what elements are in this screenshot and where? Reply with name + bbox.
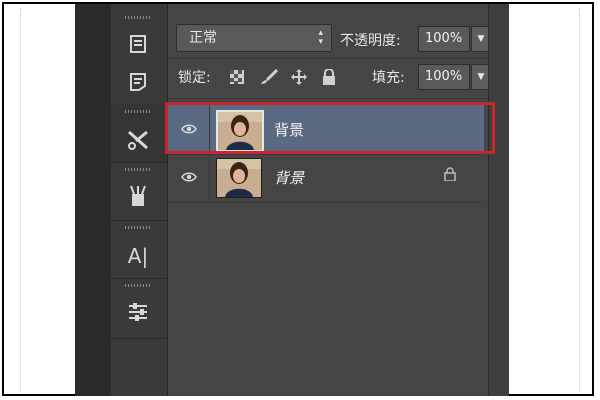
guide-line-left <box>20 8 21 392</box>
grip-handle[interactable] <box>125 226 151 229</box>
fill-input[interactable]: 100% <box>418 64 470 90</box>
blend-mode-select[interactable]: 正常 ▴ ▾ <box>176 24 332 52</box>
tool-group-brushes <box>111 162 167 221</box>
layer-row-background[interactable]: 背景 <box>168 152 484 202</box>
lock-transparent-pixels-icon[interactable] <box>228 68 246 86</box>
lock-label: 锁定: <box>178 70 211 86</box>
panel-scrollbar[interactable] <box>488 4 509 396</box>
lock-image-pixels-icon[interactable] <box>260 68 278 86</box>
panel-icon-bar: A| <box>111 4 168 396</box>
lock-all-icon[interactable] <box>320 68 338 86</box>
lock-position-icon[interactable] <box>290 68 308 86</box>
brush-presets-icon[interactable] <box>123 182 153 210</box>
tools-icon[interactable] <box>123 126 153 154</box>
grip-handle[interactable] <box>125 168 151 171</box>
divider <box>168 98 488 99</box>
tool-group-type: A| <box>111 220 167 279</box>
fill-label: 填充: <box>372 70 405 86</box>
eye-icon <box>180 172 197 182</box>
opacity-input[interactable]: 100% <box>418 26 470 52</box>
app-edge-panel <box>75 4 112 396</box>
adjustments-icon[interactable] <box>123 298 153 326</box>
grip-handle[interactable] <box>125 284 151 287</box>
divider <box>168 58 488 59</box>
properties-icon[interactable] <box>123 68 153 96</box>
layer-name: 背景 <box>274 169 305 187</box>
tool-group-tools <box>111 104 167 163</box>
blend-mode-value: 正常 <box>189 30 217 46</box>
select-arrows-icon: ▴ ▾ <box>318 28 323 47</box>
tool-group-docs <box>111 4 167 105</box>
guide-line-right <box>579 8 580 392</box>
opacity-label: 不透明度: <box>340 33 401 49</box>
layers-panel: 正常 ▴ ▾ 不透明度: 100% ▼ 锁定: 填充: 100% ▼ 背景 背景 <box>168 4 491 396</box>
layer-thumbnail <box>216 158 262 198</box>
visibility-toggle[interactable] <box>168 152 210 202</box>
tool-group-adjust <box>111 278 167 339</box>
layer-lock-icon <box>444 166 456 185</box>
grip-handle[interactable] <box>125 110 151 113</box>
character-icon[interactable]: A| <box>123 242 153 270</box>
history-icon[interactable] <box>123 30 153 58</box>
grip-handle[interactable] <box>125 16 151 19</box>
divider <box>168 202 484 203</box>
selection-highlight-box <box>165 102 495 154</box>
